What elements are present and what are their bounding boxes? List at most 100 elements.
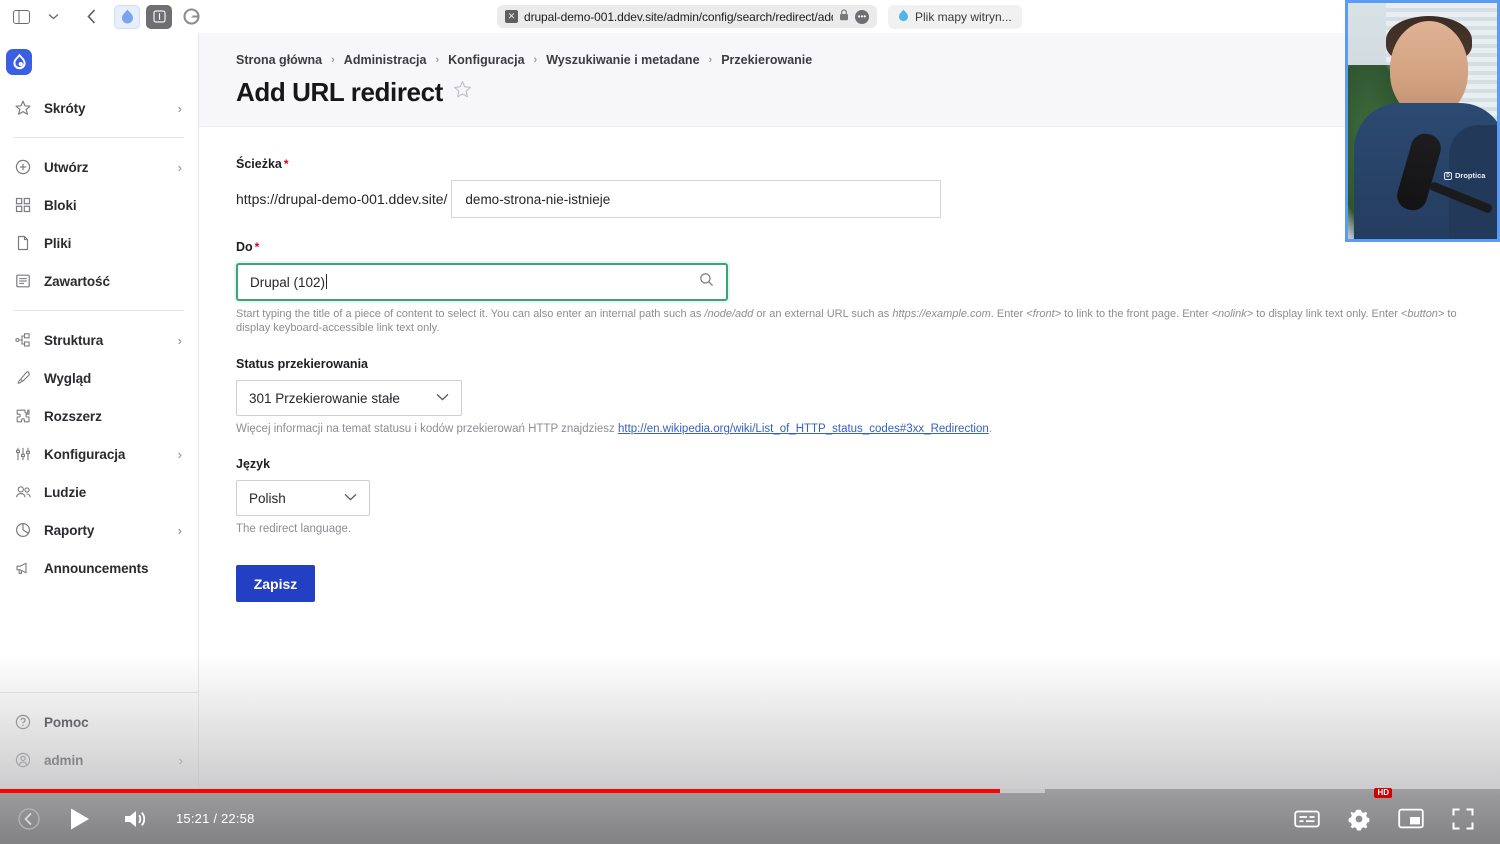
chevron-down-icon xyxy=(344,492,357,504)
play-icon[interactable] xyxy=(56,796,102,842)
plus-circle-icon xyxy=(14,158,32,176)
captions-icon[interactable] xyxy=(1284,796,1330,842)
status-label: Status przekierowania xyxy=(236,357,368,372)
sidebar-divider xyxy=(14,137,184,138)
field-path: Ścieżka * https://drupal-demo-001.ddev.si… xyxy=(236,157,1500,218)
breadcrumb-item-konfiguracja[interactable]: Konfiguracja xyxy=(448,53,524,67)
tab-favicon-active[interactable] xyxy=(112,4,142,30)
fullscreen-icon[interactable] xyxy=(1440,796,1486,842)
megaphone-icon xyxy=(14,559,32,577)
settings-button[interactable]: HD xyxy=(1336,787,1392,842)
user-circle-icon xyxy=(14,751,32,769)
to-label-row: Do * xyxy=(236,240,1500,254)
people-icon xyxy=(14,483,32,501)
star-icon xyxy=(14,99,32,117)
breadcrumb-item-home[interactable]: Strona główna xyxy=(236,53,322,67)
sidebar-item-utworz[interactable]: Utwórz › xyxy=(0,148,198,186)
to-label: Do xyxy=(236,240,253,254)
sidebar-item-announcements[interactable]: Announcements xyxy=(0,549,198,587)
status-select[interactable]: 301 Przekierowanie stałe xyxy=(236,380,462,417)
breadcrumb-item-administracja[interactable]: Administracja xyxy=(344,53,427,67)
to-input-value: Drupal (102) xyxy=(250,274,699,290)
sidebar-group-content: Utwórz › Bloki Pliki Zawartość xyxy=(0,148,198,300)
sidebar-item-ludzie[interactable]: Ludzie xyxy=(0,473,198,511)
back-button[interactable] xyxy=(76,4,106,30)
sidebar-toggle-icon[interactable] xyxy=(6,4,36,30)
to-input-text: Drupal (102) xyxy=(250,275,326,290)
sidebar-item-skroty[interactable]: Skróty › xyxy=(0,89,198,127)
sliders-icon xyxy=(14,445,32,463)
droptica-logo-icon: D xyxy=(1444,171,1452,180)
chevron-right-icon: › xyxy=(178,752,183,768)
address-bar[interactable]: ✕ drupal-demo-001.ddev.site/admin/config… xyxy=(497,5,877,28)
sidebar-item-label: Pomoc xyxy=(44,714,89,730)
structure-icon xyxy=(14,331,32,349)
tab-favicon-grammarly[interactable] xyxy=(176,4,206,30)
sidebar-item-konfiguracja[interactable]: Konfiguracja › xyxy=(0,435,198,473)
to-autocomplete-input[interactable]: Drupal (102) xyxy=(236,263,728,301)
url-text: drupal-demo-001.ddev.site/admin/config/s… xyxy=(524,9,833,24)
tab-favicon-secondary[interactable] xyxy=(144,4,174,30)
sidebar-item-label: Zawartość xyxy=(44,273,110,289)
sidebar-item-label: Pliki xyxy=(44,235,72,251)
chevron-right-icon: › xyxy=(177,100,182,116)
browser-tab-label: Plik mapy witryn... xyxy=(915,10,1012,24)
sidebar-item-label: admin xyxy=(44,752,84,768)
sidebar-item-pliki[interactable]: Pliki xyxy=(0,224,198,262)
sidebar-item-wyglad[interactable]: Wygląd xyxy=(0,359,198,397)
sidebar-item-bloki[interactable]: Bloki xyxy=(0,186,198,224)
field-language: Język Polish The redirect language. xyxy=(236,457,1500,535)
admin-sidebar: Skróty › Utwórz › Bloki Pliki Zawartość … xyxy=(0,33,199,793)
brush-icon xyxy=(14,369,32,387)
sidebar-group-shortcuts: Skróty › xyxy=(0,89,198,127)
sidebar-item-label: Skróty xyxy=(44,100,86,116)
player-time-display: 15:21 / 22:58 xyxy=(176,811,255,826)
path-label-row: Ścieżka * xyxy=(236,157,1500,171)
status-desc-suffix: . xyxy=(988,423,992,436)
sidebar-item-admin[interactable]: admin › xyxy=(0,741,198,779)
help-seg: Start typing the title of a piece of con… xyxy=(236,308,705,320)
required-marker: * xyxy=(254,240,260,254)
field-status: Status przekierowania 301 Przekierowanie… xyxy=(236,357,1500,435)
question-circle-icon xyxy=(14,713,32,731)
sidebar-item-raporty[interactable]: Raporty › xyxy=(0,511,198,549)
volume-icon[interactable] xyxy=(112,796,158,842)
chevron-down-icon[interactable] xyxy=(38,4,68,30)
miniplayer-icon[interactable] xyxy=(1388,796,1434,842)
http-status-codes-link[interactable]: http://en.wikipedia.org/wiki/List_of_HTT… xyxy=(618,423,989,435)
text-caret xyxy=(326,274,328,289)
sidebar-item-label: Rozszerz xyxy=(44,408,102,424)
gear-icon xyxy=(1348,809,1370,831)
star-outline-icon[interactable] xyxy=(453,80,472,105)
extension-icon[interactable]: ••• xyxy=(855,9,869,24)
sidebar-item-zawartosc[interactable]: Zawartość xyxy=(0,262,198,300)
browser-tab[interactable]: Plik mapy witryn... xyxy=(888,5,1022,29)
chevron-right-icon: › xyxy=(177,332,182,348)
breadcrumb-item-wyszukiwanie[interactable]: Wyszukiwanie i metadane xyxy=(546,53,699,67)
sidebar-item-label: Ludzie xyxy=(44,484,87,500)
chevron-down-icon xyxy=(436,392,449,404)
sidebar-item-struktura[interactable]: Struktura › xyxy=(0,321,198,359)
status-desc-text: Więcej informacji na temat statusu i kod… xyxy=(236,423,618,436)
sidebar-item-label: Konfiguracja xyxy=(44,446,126,462)
page-title-row: Add URL redirect xyxy=(236,77,1500,108)
lock-icon xyxy=(839,9,849,24)
sidebar-item-rozszerz[interactable]: Rozszerz xyxy=(0,397,198,435)
chevron-right-icon: › xyxy=(331,54,335,66)
path-input[interactable]: demo-strona-nie-istnieje xyxy=(451,180,942,218)
drupal-drop-logo[interactable] xyxy=(6,49,32,75)
webcam-brand-text: Droptica xyxy=(1455,171,1486,180)
save-button[interactable]: Zapisz xyxy=(236,565,315,603)
path-input-value: demo-strona-nie-istnieje xyxy=(465,191,611,207)
puzzle-icon xyxy=(14,407,32,425)
redirect-form: Ścieżka * https://drupal-demo-001.ddev.si… xyxy=(199,127,1500,603)
previous-icon[interactable] xyxy=(6,796,52,842)
chevron-right-icon: › xyxy=(435,54,440,66)
breadcrumb-item-przekierowanie[interactable]: Przekierowanie xyxy=(721,53,812,67)
sidebar-item-pomoc[interactable]: Pomoc xyxy=(0,703,198,741)
required-marker: * xyxy=(283,157,289,171)
sidebar-item-label: Raporty xyxy=(44,522,95,538)
video-player-controls: 15:21 / 22:58 HD xyxy=(0,787,1500,844)
language-select[interactable]: Polish xyxy=(236,480,370,517)
search-icon[interactable] xyxy=(699,272,714,292)
